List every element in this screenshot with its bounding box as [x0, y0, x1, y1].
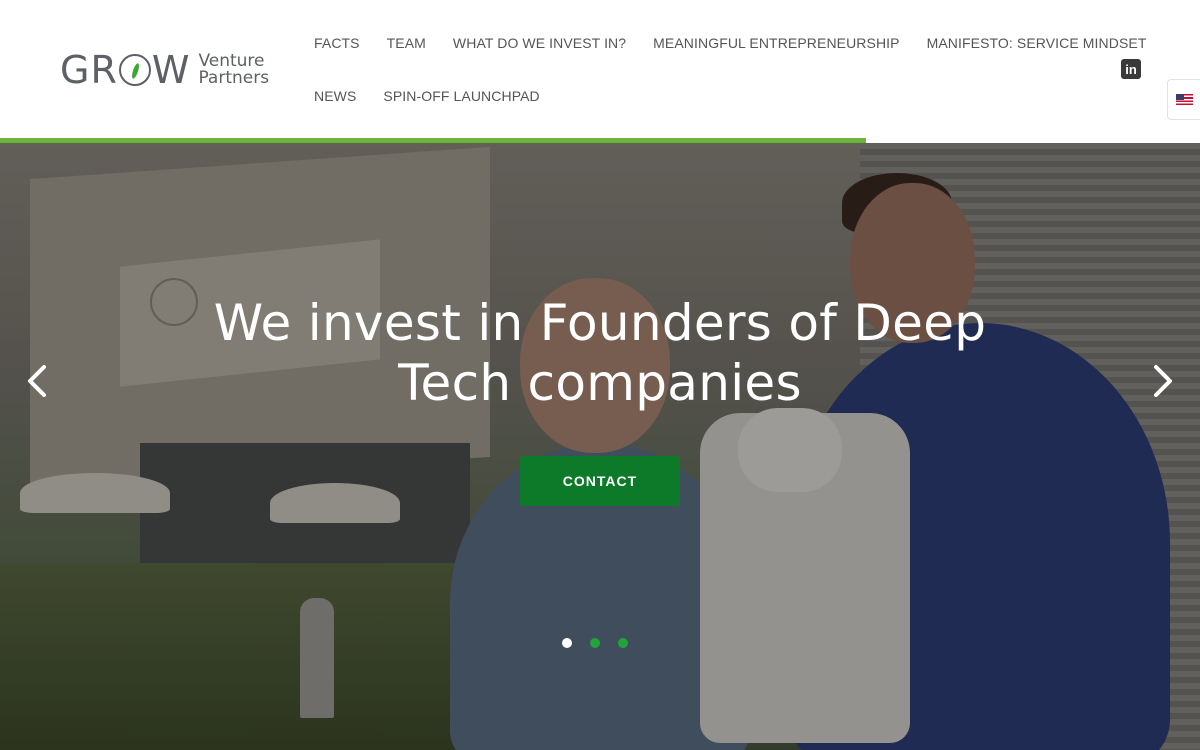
nav-item-meaningful-entrepreneurship[interactable]: MEANINGFUL ENTREPRENEURSHIP — [653, 35, 899, 51]
hero-slider: We invest in Founders of Deep Tech compa… — [0, 143, 1200, 750]
logo-line-partners: Partners — [198, 68, 270, 88]
nav-item-spin-off-launchpad[interactable]: SPIN-OFF LAUNCHPAD — [383, 88, 539, 104]
slider-prev-button[interactable] — [22, 361, 52, 401]
site-header: GR W Venture Partners FACTS TEAM WHAT DO … — [0, 0, 1200, 138]
logo-word-start: GR — [60, 48, 118, 92]
hero-headline-line2: Tech companies — [398, 354, 802, 412]
slider-dot-2[interactable] — [590, 638, 600, 648]
slider-next-button[interactable] — [1148, 361, 1178, 401]
nav-item-news[interactable]: NEWS — [314, 88, 356, 104]
slider-dot-3[interactable] — [618, 638, 628, 648]
logo-wordmark: GR W — [60, 50, 190, 90]
nav-row-primary: FACTS TEAM WHAT DO WE INVEST IN? MEANING… — [314, 35, 1174, 51]
chevron-left-icon — [28, 365, 46, 397]
chevron-right-icon — [1154, 365, 1172, 397]
logo-word-end: W — [151, 48, 191, 92]
logo-subtitle: Venture Partners — [198, 53, 269, 87]
nav-item-manifesto[interactable]: MANIFESTO: SERVICE MINDSET — [927, 35, 1147, 51]
linkedin-icon[interactable]: in — [1121, 59, 1141, 79]
slider-pagination — [562, 638, 646, 648]
language-switcher[interactable] — [1167, 79, 1200, 120]
nav-item-team[interactable]: TEAM — [387, 35, 426, 51]
logo-leaf-icon — [118, 54, 151, 86]
us-flag-icon — [1176, 94, 1193, 105]
grow-venture-partners-logo[interactable]: GR W Venture Partners — [60, 50, 269, 90]
slider-dot-1[interactable] — [562, 638, 572, 648]
hero-headline-line1: We invest in Founders of Deep — [213, 294, 987, 352]
nav-item-what-we-invest-in[interactable]: WHAT DO WE INVEST IN? — [453, 35, 626, 51]
contact-button[interactable]: CONTACT — [520, 456, 680, 506]
nav-item-facts[interactable]: FACTS — [314, 35, 360, 51]
nav-row-secondary: NEWS SPIN-OFF LAUNCHPAD — [314, 88, 567, 104]
hero-headline: We invest in Founders of Deep Tech compa… — [150, 293, 1050, 413]
